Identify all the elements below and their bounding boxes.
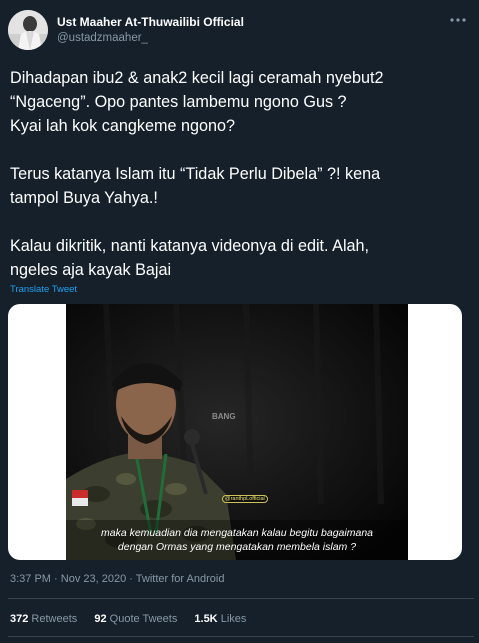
- tweet-line: Dihadapan ibu2 & anak2 kecil lagi cerama…: [10, 69, 384, 87]
- quote-tweets-count: 92: [94, 613, 107, 625]
- tweet-line: Kalau dikritik, nanti katanya videonya d…: [10, 237, 370, 255]
- video-still: [66, 304, 408, 560]
- video-watermark: BANG: [212, 412, 236, 421]
- tweet-line: Terus katanya Islam itu “Tidak Perlu Dib…: [10, 165, 381, 183]
- retweets-stat[interactable]: 372 Retweets: [10, 613, 77, 625]
- avatar-image: [8, 10, 48, 50]
- tweet-line: ngeles aja kayak Bajai: [10, 261, 172, 279]
- translate-tweet-link[interactable]: Translate Tweet: [10, 284, 77, 295]
- retweets-count: 372: [10, 613, 29, 625]
- tweet: Ust Maaher At-Thuwailibi Official @ustad…: [0, 0, 479, 643]
- video-caption-line-1: maka kemuadian dia mengatakan kalau begi…: [100, 527, 373, 539]
- tweet-source[interactable]: Twitter for Android: [136, 573, 225, 585]
- author-name[interactable]: Ust Maaher At-Thuwailibi Official: [57, 15, 244, 29]
- quote-tweets-stat[interactable]: 92 Quote Tweets: [94, 613, 177, 625]
- retweets-label: Retweets: [31, 613, 78, 625]
- author-handle[interactable]: @ustadzmaaher_: [57, 32, 148, 44]
- media-card[interactable]: BANG @ranthpLofficial maka kemuadian dia…: [8, 304, 462, 560]
- video-frame[interactable]: BANG @ranthpLofficial maka kemuadian dia…: [66, 304, 408, 560]
- tweet-line: tampol Buya Yahya.!: [10, 189, 158, 207]
- tweet-time[interactable]: 3:37 PM: [10, 573, 51, 585]
- tweet-date[interactable]: Nov 23, 2020: [61, 573, 126, 585]
- likes-label: Likes: [220, 613, 247, 625]
- channel-tag: @ranthpLofficial: [222, 495, 268, 503]
- more-horizontal-icon-glyph: [450, 18, 466, 22]
- divider: [8, 636, 474, 637]
- meta-separator: ·: [54, 573, 58, 585]
- tweet-line: Kyai lah kok cangkeme ngono?: [10, 117, 235, 135]
- tweet-stats: 372 Retweets 92 Quote Tweets 1.5K Likes: [10, 613, 260, 625]
- avatar[interactable]: [8, 10, 48, 50]
- video-caption-line-2: dengan Ormas yang mengatakan membela isl…: [117, 541, 357, 553]
- tweet-line: “Ngaceng”. Opo pantes lambemu ngono Gus …: [10, 93, 347, 111]
- likes-count: 1.5K: [194, 613, 218, 625]
- tweet-meta: 3:37 PM · Nov 23, 2020 · Twitter for And…: [10, 573, 224, 585]
- quote-tweets-label: Quote Tweets: [109, 613, 178, 625]
- meta-separator: ·: [129, 573, 133, 585]
- more-horizontal-icon[interactable]: [449, 13, 467, 27]
- divider: [8, 598, 474, 599]
- likes-stat[interactable]: 1.5K Likes: [194, 613, 246, 625]
- tweet-text: Dihadapan ibu2 & anak2 kecil lagi cerama…: [10, 66, 470, 282]
